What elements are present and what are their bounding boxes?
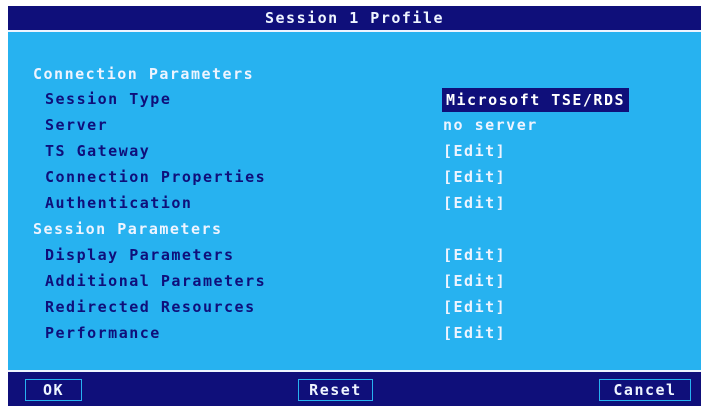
additional-parameters-label: Additional Parameters [45, 272, 267, 290]
title-bar: Session 1 Profile [8, 6, 701, 30]
server-value[interactable]: no server [443, 114, 538, 136]
authentication-label: Authentication [45, 194, 193, 212]
display-parameters-edit[interactable]: [Edit] [443, 244, 506, 266]
connection-properties-label: Connection Properties [45, 168, 267, 186]
section-session-parameters: Session Parameters [33, 220, 223, 238]
session-profile-dialog: Session 1 Profile Connection Parameters … [8, 6, 701, 406]
section-connection-parameters: Connection Parameters [33, 65, 255, 83]
ts-gateway-edit[interactable]: [Edit] [443, 140, 506, 162]
session-type-value[interactable]: Microsoft TSE/RDS [442, 88, 630, 112]
server-label: Server [45, 116, 109, 134]
performance-edit[interactable]: [Edit] [443, 322, 506, 344]
reset-button[interactable]: Reset [298, 379, 373, 401]
redirected-resources-edit[interactable]: [Edit] [443, 296, 506, 318]
display-parameters-label: Display Parameters [45, 246, 235, 264]
ok-button[interactable]: OK [25, 379, 82, 401]
title-divider [8, 30, 701, 32]
ts-gateway-label: TS Gateway [45, 142, 151, 160]
cancel-button[interactable]: Cancel [599, 379, 691, 401]
authentication-edit[interactable]: [Edit] [443, 192, 506, 214]
redirected-resources-label: Redirected Resources [45, 298, 256, 316]
session-type-row[interactable]: Microsoft TSE/RDS [8, 88, 701, 112]
dialog-title: Session 1 Profile [264, 9, 445, 27]
connection-properties-edit[interactable]: [Edit] [443, 166, 506, 188]
additional-parameters-edit[interactable]: [Edit] [443, 270, 506, 292]
button-bar: OK Reset Cancel [8, 372, 701, 406]
performance-label: Performance [45, 324, 161, 342]
